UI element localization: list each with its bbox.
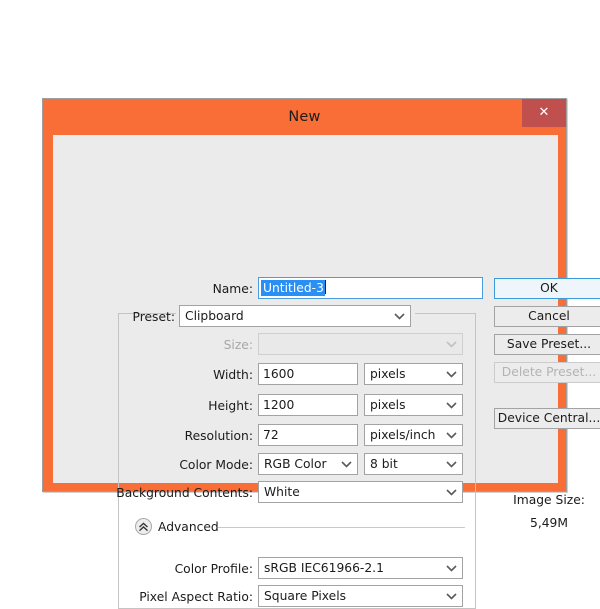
chevron-down-icon xyxy=(392,306,406,326)
dialog-title: New xyxy=(288,109,321,125)
chevron-down-icon xyxy=(444,334,458,354)
preset-label: Preset: xyxy=(132,310,176,324)
text-caret xyxy=(324,280,326,294)
image-size-value: 5,49M xyxy=(530,516,568,530)
chevron-double-up-icon[interactable] xyxy=(135,518,152,535)
dialog-client-area: Name: Untitled-3 Preset: Clipboard Size:… xyxy=(53,135,600,609)
background-contents-value: White xyxy=(264,485,300,499)
close-icon[interactable]: ✕ xyxy=(522,99,566,127)
pixel-aspect-ratio-label: Pixel Aspect Ratio: xyxy=(139,590,253,604)
name-input-value: Untitled-3 xyxy=(261,280,325,296)
background-contents-label: Background Contents: xyxy=(116,486,253,500)
color-profile-label: Color Profile: xyxy=(174,562,253,576)
advanced-section-rule xyxy=(218,527,465,528)
resolution-unit-dropdown[interactable]: pixels/inch xyxy=(364,424,463,446)
preset-dropdown[interactable]: Clipboard xyxy=(179,305,411,327)
height-unit-value: pixels xyxy=(370,398,406,412)
save-preset-button[interactable]: Save Preset... xyxy=(494,334,600,355)
resolution-label: Resolution: xyxy=(184,429,253,443)
preset-value: Clipboard xyxy=(185,309,244,323)
chevron-down-icon xyxy=(444,364,458,384)
cancel-button[interactable]: Cancel xyxy=(494,306,600,327)
resolution-unit-value: pixels/inch xyxy=(370,428,436,442)
bit-depth-dropdown[interactable]: 8 bit xyxy=(364,453,463,475)
device-central-button[interactable]: Device Central... xyxy=(494,408,600,429)
image-size-label: Image Size: xyxy=(513,493,585,507)
height-label: Height: xyxy=(208,399,253,413)
color-profile-dropdown[interactable]: sRGB IEC61966-2.1 xyxy=(258,557,463,579)
delete-preset-button: Delete Preset... xyxy=(494,362,600,383)
bit-depth-value: 8 bit xyxy=(370,457,398,471)
name-input[interactable]: Untitled-3 xyxy=(258,277,483,299)
height-input[interactable]: 1200 xyxy=(258,394,358,416)
chevron-down-icon xyxy=(444,482,458,502)
pixel-aspect-ratio-dropdown[interactable]: Square Pixels xyxy=(258,585,463,607)
new-document-dialog: New ✕ Name: Untitled-3 Preset: Clipboard… xyxy=(42,98,600,609)
chevron-down-icon xyxy=(339,454,353,474)
width-unit-value: pixels xyxy=(370,367,406,381)
resolution-input[interactable]: 72 xyxy=(258,424,358,446)
chevron-down-icon xyxy=(444,395,458,415)
pixel-aspect-ratio-value: Square Pixels xyxy=(264,589,347,603)
chevron-down-icon xyxy=(444,558,458,578)
color-mode-dropdown[interactable]: RGB Color xyxy=(258,453,358,475)
dialog-title-bar[interactable]: New ✕ xyxy=(43,99,566,135)
background-contents-dropdown[interactable]: White xyxy=(258,481,463,503)
size-dropdown xyxy=(258,333,463,355)
width-label: Width: xyxy=(213,368,253,382)
height-unit-dropdown[interactable]: pixels xyxy=(364,394,463,416)
size-label: Size: xyxy=(223,338,253,352)
color-profile-value: sRGB IEC61966-2.1 xyxy=(264,561,384,575)
ok-button[interactable]: OK xyxy=(494,278,600,299)
color-mode-label: Color Mode: xyxy=(179,458,253,472)
chevron-down-icon xyxy=(444,586,458,606)
color-mode-value: RGB Color xyxy=(264,457,327,471)
advanced-section-label: Advanced xyxy=(158,520,219,534)
name-label: Name: xyxy=(212,282,253,296)
width-input[interactable]: 1600 xyxy=(258,363,358,385)
chevron-down-icon xyxy=(444,454,458,474)
chevron-down-icon xyxy=(444,425,458,445)
width-unit-dropdown[interactable]: pixels xyxy=(364,363,463,385)
